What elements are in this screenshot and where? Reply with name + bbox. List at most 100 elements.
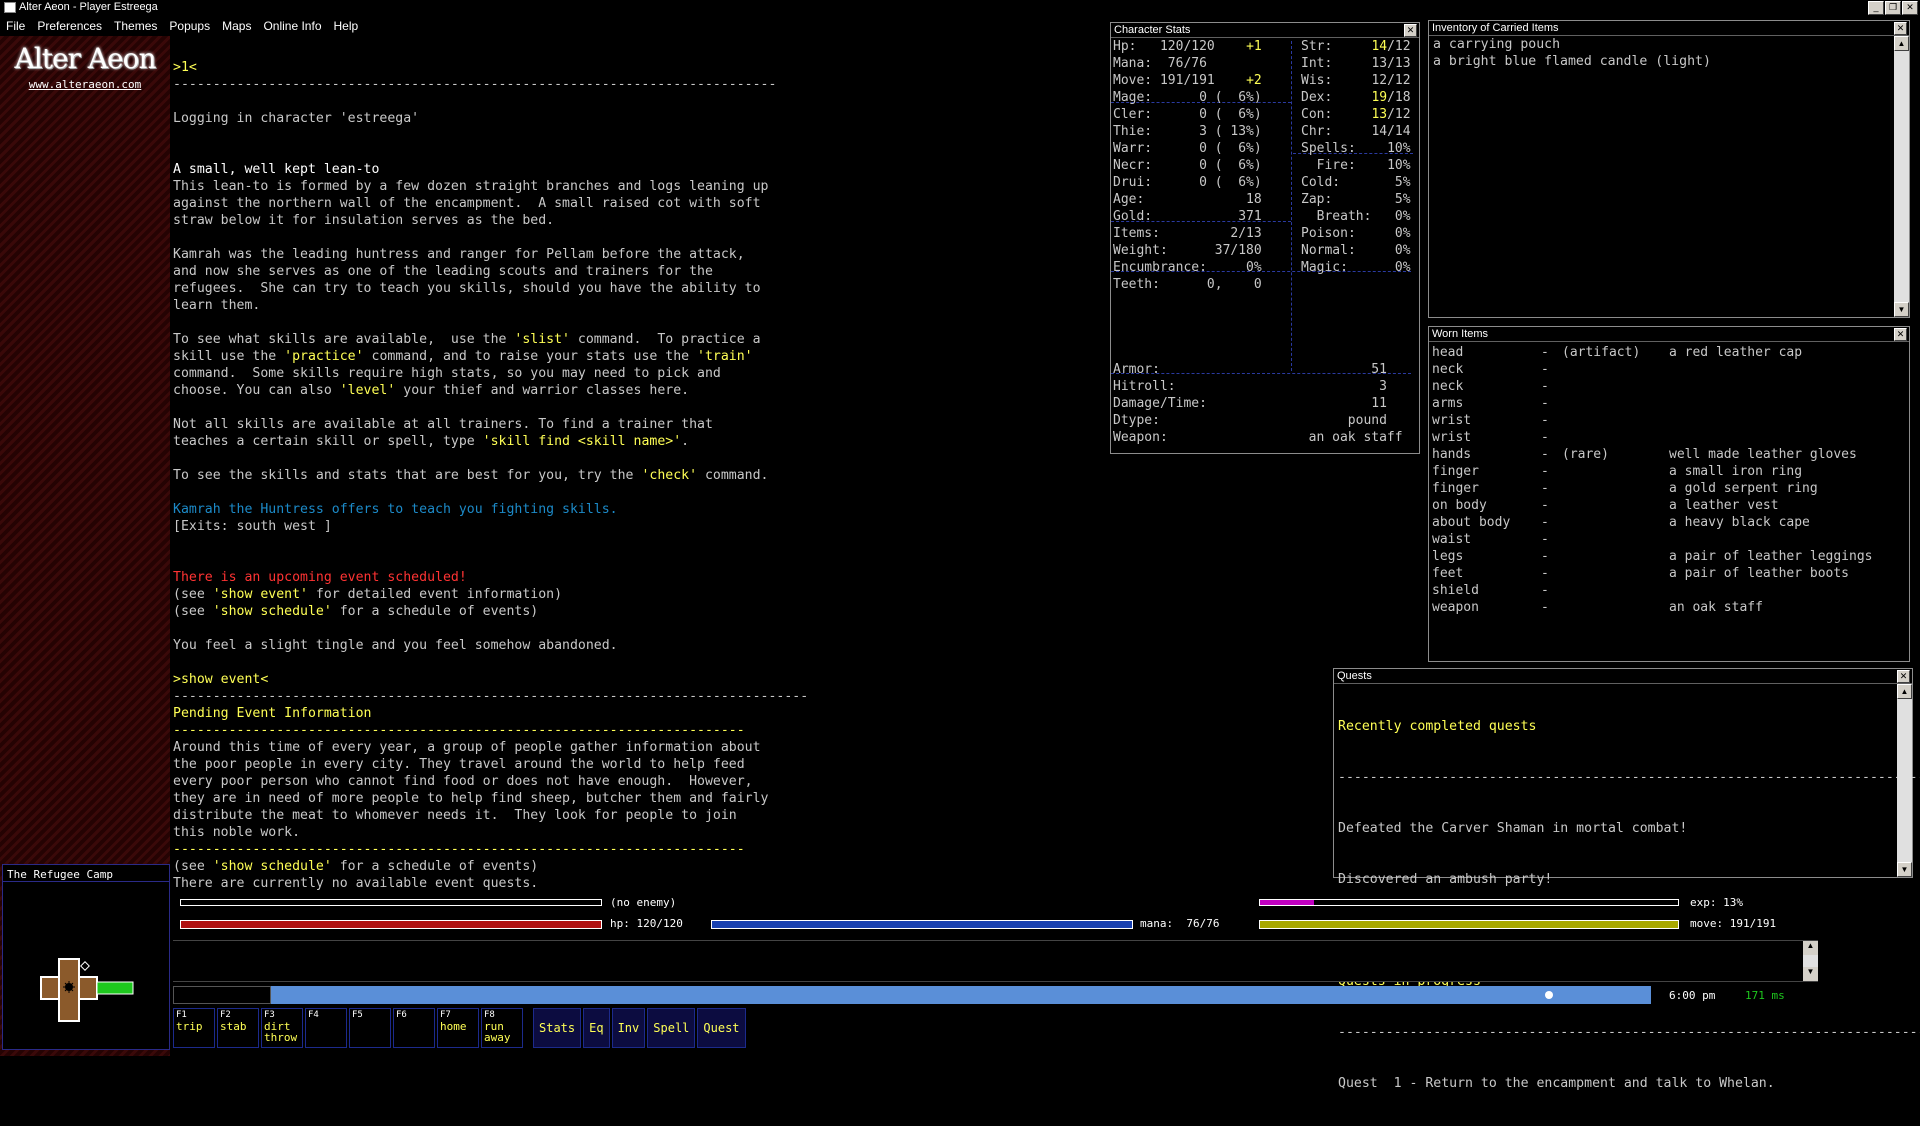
- stat-line: Weapon: an oak staff: [1113, 429, 1403, 446]
- quest-panel-button[interactable]: Quest: [697, 1008, 746, 1048]
- quests-divider: ----------------------------------------…: [1338, 1025, 1920, 1040]
- function-key-f3[interactable]: F3 dirt throw: [261, 1008, 303, 1048]
- time-of-day-bar: [271, 986, 1651, 1004]
- scroll-down-icon[interactable]: ▼: [1897, 862, 1912, 877]
- equipment-slot: wrist: [1432, 413, 1472, 428]
- function-key-label: trip: [176, 1020, 203, 1033]
- menu-themes[interactable]: Themes: [108, 16, 163, 36]
- text-segment: command, and to raise your stats use the: [363, 349, 698, 364]
- inventory-item[interactable]: a carrying pouch: [1433, 36, 1909, 53]
- equipment-slot: shield: [1432, 583, 1479, 598]
- text-segment: Hitroll: 3: [1113, 379, 1387, 394]
- quests-scrollbar[interactable]: ▲ ▼: [1897, 684, 1912, 877]
- menu-help[interactable]: Help: [328, 16, 365, 36]
- input-scrollbar[interactable]: ▲ ▼: [1803, 941, 1818, 981]
- menu-online-info[interactable]: Online Info: [257, 16, 327, 36]
- text-segment: Not all skills are available at all trai…: [173, 417, 713, 432]
- stat-line: Breath: 0%: [1301, 208, 1411, 225]
- stat-line: Normal: 0%: [1301, 242, 1411, 259]
- inventory-scrollbar[interactable]: ▲ ▼: [1894, 36, 1909, 317]
- text-segment: (see: [173, 604, 213, 619]
- minimize-button[interactable]: _: [1868, 1, 1884, 15]
- slot-dash: -: [1541, 566, 1549, 581]
- stat-line: Wis: 12/12: [1301, 72, 1411, 89]
- stat-line: Gold: 371: [1113, 208, 1262, 225]
- stat-line: Str: 14/12: [1301, 38, 1411, 55]
- restore-button[interactable]: ❐: [1885, 1, 1901, 15]
- equipped-item: well made leather gloves: [1669, 447, 1857, 462]
- stat-line: Cler: 0 ( 6%): [1113, 106, 1262, 123]
- slot-dash: -: [1541, 430, 1549, 445]
- output-line: >1<: [173, 59, 1108, 76]
- menu-file[interactable]: File: [0, 16, 31, 36]
- text-segment: Age: 18: [1113, 192, 1262, 207]
- stat-line: Move: 191/191 +2: [1113, 72, 1262, 89]
- scroll-up-icon[interactable]: ▲: [1897, 684, 1912, 699]
- text-segment: Dex:: [1301, 90, 1372, 105]
- text-segment: >show event<: [173, 672, 269, 687]
- output-line: >show event<: [173, 671, 1108, 688]
- close-icon[interactable]: ✕: [1894, 22, 1907, 35]
- function-key-f2[interactable]: F2 stab: [217, 1008, 259, 1048]
- close-icon[interactable]: ✕: [1404, 24, 1417, 37]
- equipment-slot: feet: [1432, 566, 1464, 581]
- output-line: Not all skills are available at all trai…: [173, 416, 1108, 433]
- function-key-f8[interactable]: F8 run away: [481, 1008, 523, 1048]
- text-segment: learn them.: [173, 298, 261, 313]
- menu-maps[interactable]: Maps: [216, 16, 257, 36]
- function-key-f7[interactable]: F7 home: [437, 1008, 479, 1048]
- function-key-f1[interactable]: F1 trip: [173, 1008, 215, 1048]
- close-button[interactable]: ✕: [1902, 1, 1918, 15]
- text-segment: 14: [1371, 39, 1388, 54]
- exp-bar-fill: [1260, 900, 1315, 905]
- text-segment: Breath: 0%: [1301, 209, 1411, 224]
- stat-line: Thie: 3 ( 13%): [1113, 123, 1262, 140]
- worn-items-list: head - (artifact) a red leather cap neck - nec…: [1429, 342, 1909, 662]
- text-segment: To see what skills are available, use th…: [173, 332, 515, 347]
- panel-title-text: Quests: [1337, 670, 1372, 682]
- function-key-f6[interactable]: F6: [393, 1008, 435, 1048]
- text-segment: teaches a certain skill or spell, type: [173, 434, 483, 449]
- minimap-panel: The Refugee Camp: [2, 864, 170, 1050]
- function-key-f5[interactable]: F5: [349, 1008, 391, 1048]
- text-segment: choose. You can also: [173, 383, 340, 398]
- close-icon[interactable]: ✕: [1894, 328, 1907, 341]
- hp-label: hp: 120/120: [610, 917, 683, 930]
- game-logo: Alter Aeon: [14, 42, 157, 75]
- output-line: Around this time of every year, a group …: [173, 739, 1108, 756]
- quests-title: Quests ✕: [1334, 669, 1912, 684]
- mana-label: mana: 76/76: [1140, 917, 1220, 930]
- inventory-item[interactable]: a bright blue flamed candle (light): [1433, 53, 1909, 70]
- eq-panel-button[interactable]: Eq: [583, 1008, 610, 1048]
- website-link[interactable]: www.alteraeon.com: [0, 78, 170, 91]
- text-segment: +2: [1246, 73, 1262, 88]
- inv-panel-button[interactable]: Inv: [611, 1008, 646, 1048]
- close-icon[interactable]: ✕: [1897, 670, 1910, 683]
- text-segment: straw below it for insulation serves as …: [173, 213, 555, 228]
- output-line: this noble work.: [173, 824, 1108, 841]
- scroll-down-icon[interactable]: ▼: [1894, 302, 1909, 317]
- minimap[interactable]: [3, 883, 169, 1049]
- stat-line: Mage: 0 ( 6%): [1113, 89, 1262, 106]
- slot-dash: -: [1541, 379, 1549, 394]
- spell-panel-button[interactable]: Spell: [647, 1008, 696, 1048]
- stats-panel-button[interactable]: Stats: [533, 1008, 582, 1048]
- output-line: ----------------------------------------…: [173, 841, 1108, 858]
- output-line: ----------------------------------------…: [173, 76, 1108, 93]
- output-line: they are in need of more people to help …: [173, 790, 1108, 807]
- panel-title-text: Character Stats: [1114, 24, 1191, 36]
- menu-preferences[interactable]: Preferences: [31, 16, 108, 36]
- scroll-up-icon[interactable]: ▲: [1894, 36, 1909, 51]
- equipment-slot: on body: [1432, 498, 1487, 513]
- function-key-f4[interactable]: F4: [305, 1008, 347, 1048]
- command-input[interactable]: ▲ ▼: [173, 940, 1818, 982]
- menu-popups[interactable]: Popups: [163, 16, 216, 36]
- text-segment: 'show event': [212, 587, 308, 602]
- stat-line: Dtype: pound: [1113, 412, 1403, 429]
- text-segment: 19: [1371, 90, 1388, 105]
- text-segment: Kamrah was the leading huntress and rang…: [173, 247, 745, 262]
- stat-line: Mana: 76/76: [1113, 55, 1262, 72]
